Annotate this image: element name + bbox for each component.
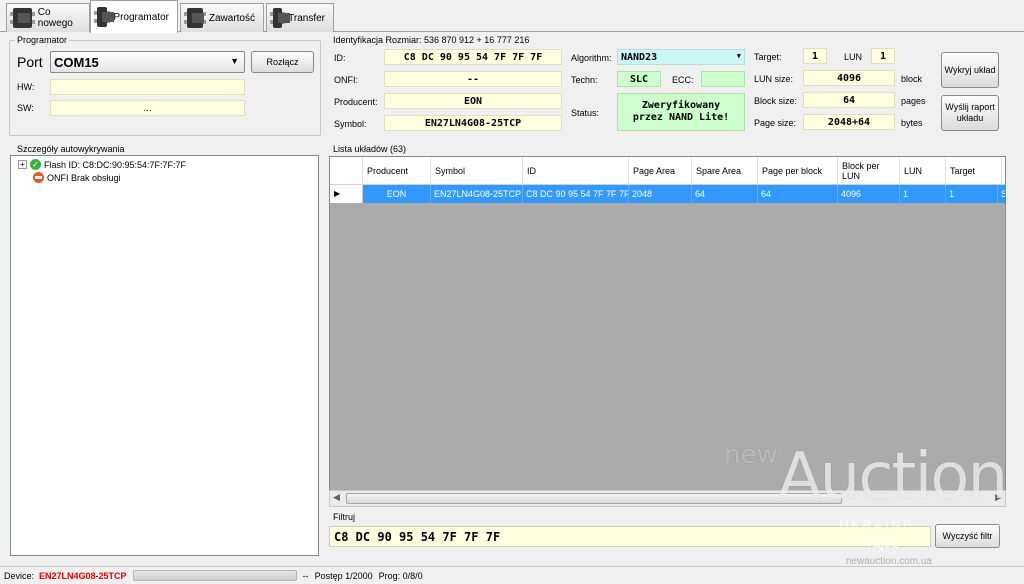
col-lun[interactable]: LUN	[900, 157, 946, 185]
tree-item-onfi[interactable]: ONFI Brak obsługi	[33, 172, 121, 183]
cell-block-per-lun: 4096	[838, 185, 900, 203]
col-spare-area[interactable]: Spare Area	[692, 157, 758, 185]
block-size-unit: pages	[901, 96, 926, 106]
status-label: Status:	[571, 108, 600, 118]
onfi-label: ONFI:	[334, 75, 358, 85]
tab-programator[interactable]: Programator	[90, 0, 178, 33]
lun-size-value: 4096	[803, 70, 895, 86]
hw-label: HW:	[17, 82, 35, 92]
row-selector-icon[interactable]: ▶	[330, 185, 363, 203]
device-value: EN27LN4G08-25TCP	[39, 570, 127, 581]
chip-list-title: Lista układów (63)	[333, 144, 407, 154]
cell-id: C8 DC 90 95 54 7F 7F 7F	[523, 185, 629, 203]
status-separator: --	[302, 570, 309, 581]
producent-label: Producent:	[334, 97, 378, 107]
techn-value: SLC	[617, 71, 661, 87]
tab-transfer[interactable]: Transfer	[266, 3, 334, 32]
send-report-button[interactable]: Wyślij raport układu	[941, 95, 999, 131]
col-symbol[interactable]: Symbol	[431, 157, 523, 185]
expand-icon[interactable]: +	[18, 160, 27, 169]
check-icon: ✓	[30, 159, 41, 170]
table-row[interactable]: ▶ EON EN27LN4G08-25TCP C8 DC 90 95 54 7F…	[330, 185, 1005, 203]
clear-filter-button[interactable]: Wyczyść filtr	[935, 524, 1000, 548]
chip-icon	[93, 7, 115, 27]
prog-text: Prog: 0/8/0	[378, 570, 423, 581]
detect-chip-button[interactable]: Wykryj układ	[941, 52, 999, 88]
target-label: Target:	[754, 52, 782, 62]
cell-producent: EON	[363, 185, 431, 203]
lun-label: LUN	[844, 52, 863, 62]
chip-icon	[10, 8, 35, 28]
block-size-value: 64	[803, 92, 895, 108]
cell-lun: 1	[900, 185, 946, 203]
cell-target: 1	[946, 185, 998, 203]
tab-co-nowego[interactable]: Co nowego	[6, 3, 90, 32]
size-value: 536 870 912 + 16 777 216	[424, 35, 530, 45]
block-size-label: Block size:	[754, 96, 798, 106]
chevron-down-icon: ▼	[230, 56, 239, 66]
cell-page-per-block: 64	[758, 185, 838, 203]
port-select[interactable]: COM15 ▼	[50, 51, 245, 73]
id-label: ID:	[334, 53, 346, 63]
lun-size-unit: block	[901, 74, 923, 84]
row-header-corner	[330, 157, 363, 185]
algorithm-select[interactable]: NAND23 ▼	[617, 49, 745, 65]
status-bar: Device: EN27LN4G08-25TCP -- Postęp 1/200…	[0, 566, 1024, 584]
filter-title: Filtruj	[333, 512, 355, 522]
col-target[interactable]: Target	[946, 157, 1002, 185]
col-page-area[interactable]: Page Area	[629, 157, 692, 185]
no-entry-icon	[33, 172, 44, 183]
progress-text: Postęp 1/2000	[314, 570, 373, 581]
autodetect-title: Szczegóły autowykrywania	[15, 144, 127, 154]
page-size-unit: bytes	[901, 118, 923, 128]
cell-extra: S	[998, 185, 1005, 203]
tab-bar: Co nowego Programator Zawartość Transfer	[0, 0, 1024, 33]
ecc-label: ECC:	[672, 75, 694, 85]
hw-value	[50, 79, 245, 95]
chip-icon	[184, 8, 206, 28]
techn-label: Techn:	[571, 75, 598, 85]
tab-zawartosc[interactable]: Zawartość	[180, 3, 264, 32]
producent-value: EON	[384, 93, 562, 109]
chevron-down-icon: ▼	[736, 52, 741, 60]
ecc-value	[701, 71, 745, 87]
scroll-left-icon[interactable]: ◀	[333, 492, 340, 503]
page-size-label: Page size:	[754, 118, 797, 128]
identification-title: Identyfikacja Rozmiar:	[333, 35, 422, 45]
col-page-per-block[interactable]: Page per block	[758, 157, 838, 185]
lun-size-label: LUN size:	[754, 74, 794, 84]
page-size-value: 2048+64	[803, 114, 895, 130]
programator-title: Programator	[15, 35, 70, 45]
tree-item-flash-id[interactable]: + ✓ Flash ID: C8:DC:90:95:54:7F:7F:7F	[18, 159, 186, 170]
cell-page-area: 2048	[629, 185, 692, 203]
autodetect-tree[interactable]	[10, 155, 319, 556]
chip-icon	[269, 8, 291, 28]
symbol-label: Symbol:	[334, 119, 367, 129]
progress-bar	[132, 570, 297, 581]
sw-label: SW:	[17, 103, 34, 113]
cell-symbol: EN27LN4G08-25TCP	[431, 185, 523, 203]
col-block-per-lun[interactable]: Block per LUN	[838, 157, 900, 185]
watermark-logo: newAuction	[724, 440, 1008, 514]
watermark-name: Yajeb	[864, 534, 899, 550]
device-label: Device:	[4, 570, 35, 581]
watermark-country: UKRAINE	[839, 518, 914, 532]
port-label: Port	[17, 54, 43, 70]
target-value: 1	[803, 48, 827, 64]
disconnect-button[interactable]: Rozłącz	[251, 51, 314, 73]
id-value: C8 DC 90 95 54 7F 7F 7F	[384, 49, 562, 65]
cell-spare-area: 64	[692, 185, 758, 203]
lun-value: 1	[871, 48, 895, 64]
symbol-value: EN27LN4G08-25TCP	[384, 115, 562, 131]
col-id[interactable]: ID	[523, 157, 629, 185]
onfi-value: --	[384, 71, 562, 87]
algorithm-label: Algorithm:	[571, 53, 612, 63]
col-producent[interactable]: Producent	[363, 157, 431, 185]
sw-value: ...	[50, 100, 245, 116]
status-value: Zweryfikowany przez NAND Lite!	[617, 93, 745, 131]
grid-header: Producent Symbol ID Page Area Spare Area…	[330, 157, 1005, 185]
